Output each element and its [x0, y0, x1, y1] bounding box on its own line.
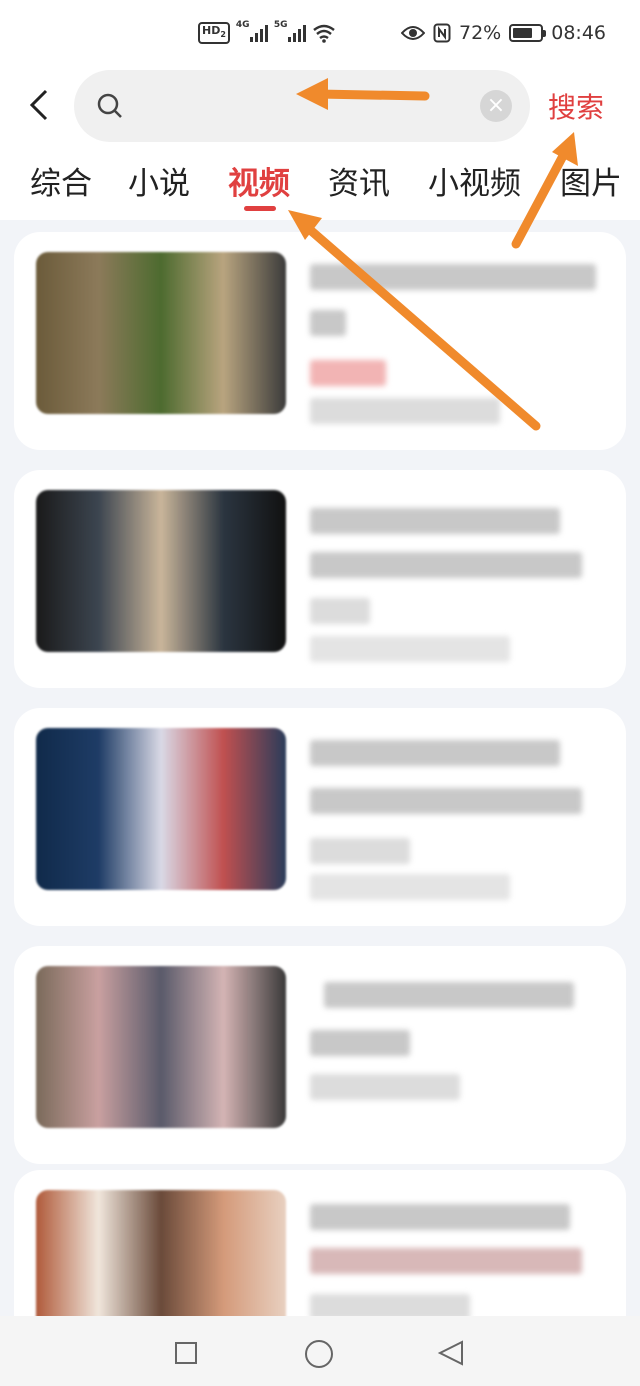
- chevron-left-icon[interactable]: [24, 88, 58, 122]
- result-title-line: [310, 788, 582, 814]
- signal-sim2-icon: 5G: [274, 20, 306, 43]
- signal-sim1-icon: 4G: [236, 20, 268, 43]
- result-title-line: [310, 264, 596, 290]
- active-tab-indicator: [244, 206, 276, 211]
- search-box[interactable]: ×: [74, 70, 530, 142]
- status-bar: HD2 4G 5G 72% 08:46: [0, 0, 640, 70]
- hd-sub: 2: [220, 30, 226, 40]
- video-result-card[interactable]: [14, 946, 626, 1164]
- result-meta-line: [310, 398, 500, 424]
- video-result-card[interactable]: [14, 708, 626, 926]
- square-icon[interactable]: [175, 1342, 197, 1364]
- sim1-label: 4G: [235, 20, 250, 31]
- result-meta-line: [310, 598, 370, 624]
- result-title-line: [310, 552, 582, 578]
- result-meta-line: [310, 874, 510, 900]
- triangle-back-icon[interactable]: [436, 1338, 466, 1368]
- result-tag: [310, 360, 386, 386]
- system-nav-bar: [0, 1316, 640, 1386]
- tab-news[interactable]: 资讯: [328, 158, 390, 203]
- result-meta-line: [310, 1074, 460, 1100]
- circle-icon[interactable]: [305, 1340, 333, 1368]
- search-header: × 搜索 综合 小说 视频 资讯 小视频 图片: [0, 70, 640, 220]
- video-thumbnail[interactable]: [36, 490, 286, 652]
- tab-comprehensive[interactable]: 综合: [30, 158, 92, 203]
- video-thumbnail[interactable]: [36, 728, 286, 890]
- battery-fill: [513, 28, 532, 38]
- status-left-group: HD2 4G 5G: [198, 20, 336, 45]
- result-meta-line: [310, 838, 410, 864]
- tab-short-video[interactable]: 小视频: [428, 158, 521, 203]
- hd-voice-icon: HD2: [198, 22, 230, 45]
- thumbnail-image: [36, 252, 286, 414]
- hd-label: HD: [202, 24, 221, 37]
- video-result-card[interactable]: [14, 232, 626, 450]
- search-button[interactable]: 搜索: [548, 86, 604, 126]
- result-meta-line: [310, 636, 510, 662]
- thumbnail-image: [36, 728, 286, 890]
- video-result-card[interactable]: [14, 470, 626, 688]
- clock: 08:46: [551, 22, 606, 44]
- thumbnail-image: [36, 490, 286, 652]
- video-thumbnail[interactable]: [36, 966, 286, 1128]
- tab-images[interactable]: 图片: [560, 158, 622, 203]
- result-title-line: [310, 1030, 410, 1056]
- category-tabs: 综合 小说 视频 资讯 小视频 图片: [0, 158, 640, 208]
- search-icon: [97, 93, 122, 118]
- result-title-line: [310, 310, 346, 336]
- nfc-icon: [433, 23, 451, 43]
- battery-icon: [509, 24, 547, 42]
- result-title-line: [324, 982, 574, 1008]
- video-thumbnail[interactable]: [36, 252, 286, 414]
- result-title-line: [310, 740, 560, 766]
- tab-novel[interactable]: 小说: [128, 158, 190, 203]
- wifi-icon: [313, 24, 335, 43]
- eye-icon: [401, 26, 425, 40]
- result-title-line: [310, 1204, 570, 1230]
- search-input[interactable]: [140, 90, 340, 122]
- result-title-line: [310, 1248, 582, 1274]
- thumbnail-image: [36, 966, 286, 1128]
- battery-percent: 72%: [459, 22, 502, 44]
- result-title-line: [310, 508, 560, 534]
- close-circle-icon[interactable]: ×: [480, 90, 512, 122]
- tab-video[interactable]: 视频: [228, 158, 290, 203]
- sim2-label: 5G: [273, 20, 288, 31]
- status-right-group: 72% 08:46: [401, 22, 606, 44]
